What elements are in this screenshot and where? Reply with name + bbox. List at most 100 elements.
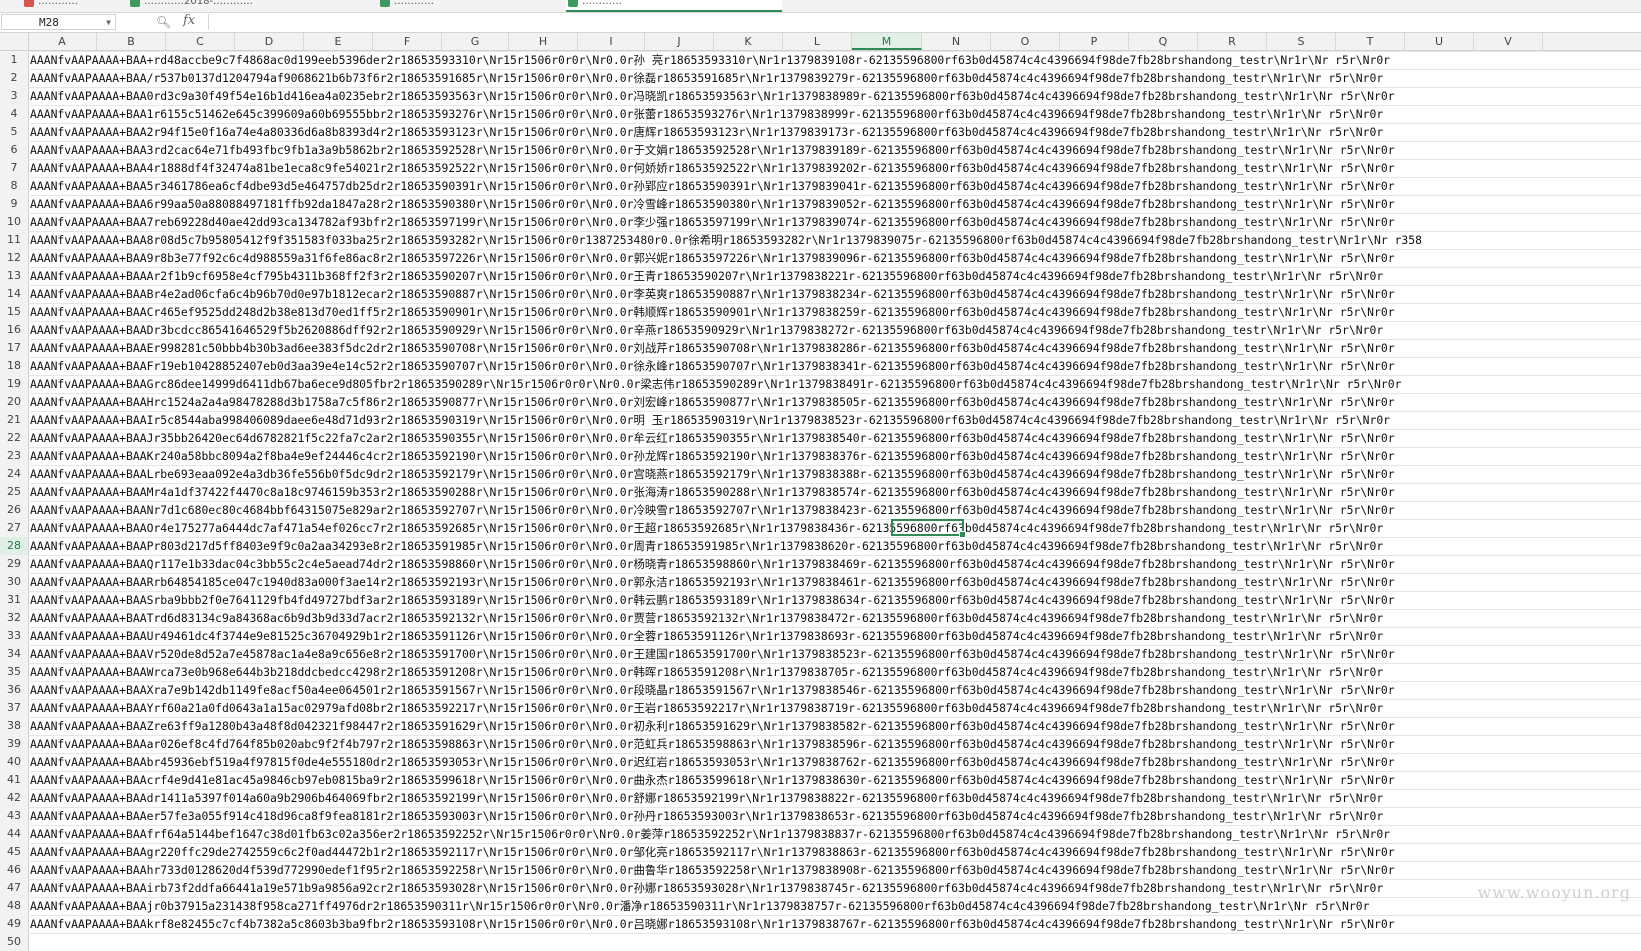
row-header[interactable]: 25 [0,483,28,501]
column-header[interactable]: I [578,33,645,50]
table-row[interactable]: AAANfvAAPAAAA+BAAcrf4e9d41e81ac45a9846cb… [28,771,1641,789]
table-row[interactable]: AAANfvAAPAAAA+BAADr3bcdcc86541646529f5b2… [28,321,1641,339]
table-row[interactable]: AAANfvAAPAAAA+BAA8r08d5c7b95805412f9f351… [28,231,1641,249]
table-row[interactable]: AAANfvAAPAAAA+BAAMr4a1df37422f4470c8a18c… [28,483,1641,501]
row-header[interactable]: 37 [0,699,28,717]
sheet-tab[interactable]: ………… [22,0,128,10]
table-row[interactable]: AAANfvAAPAAAA+BAAEr998281c50bbb4b30b3ad6… [28,339,1641,357]
column-header[interactable]: A [28,33,97,50]
table-row[interactable]: AAANfvAAPAAAA+BAAGrc86dee14999d6411db67b… [28,375,1641,393]
cell-grid[interactable]: AAANfvAAPAAAA+BAA+rd48accbe9c7f4868ac0d1… [28,51,1641,946]
table-row[interactable]: AAANfvAAPAAAA+BAA/r537b0137d1204794af906… [28,69,1641,87]
row-header[interactable]: 46 [0,861,28,879]
column-header[interactable]: H [509,33,578,50]
row-header[interactable]: 38 [0,717,28,735]
table-row[interactable]: AAANfvAAPAAAA+BAAhr733d0128620d4f539d772… [28,861,1641,879]
column-header[interactable]: B [97,33,166,50]
chevron-down-icon[interactable]: ▼ [106,15,111,31]
row-header[interactable]: 33 [0,627,28,645]
table-row[interactable]: AAANfvAAPAAAA+BAAVr520de8d52a7e45878ac1a… [28,645,1641,663]
row-header[interactable]: 3 [0,87,28,105]
row-header[interactable]: 10 [0,213,28,231]
table-row[interactable]: AAANfvAAPAAAA+BAAHrc1524a2a4a98478288d3b… [28,393,1641,411]
table-row[interactable]: AAANfvAAPAAAA+BAAYrf60a21a0fd0643a1a15ac… [28,699,1641,717]
table-row[interactable]: AAANfvAAPAAAA+BAASrba9bbb2f0e7641129fb4f… [28,591,1641,609]
table-row[interactable]: AAANfvAAPAAAA+BAA6r99aa50a88088497181ffb… [28,195,1641,213]
row-header[interactable]: 24 [0,465,28,483]
row-header[interactable]: 36 [0,681,28,699]
table-row[interactable]: AAANfvAAPAAAA+BAAdr1411a5397f014a60a9b29… [28,789,1641,807]
row-header[interactable]: 28 [0,537,28,555]
table-row[interactable]: AAANfvAAPAAAA+BAAbr45936ebf519a4f97815f0… [28,753,1641,771]
table-row[interactable]: AAANfvAAPAAAA+BAAAr2f1b9cf6958e4cf795b43… [28,267,1641,285]
column-header[interactable]: K [714,33,783,50]
table-row[interactable]: AAANfvAAPAAAA+BAACr465ef9525dd248d2b38e8… [28,303,1641,321]
function-icon[interactable]: fx [183,13,195,28]
table-row[interactable]: AAANfvAAPAAAA+BAAFr19eb10428852407eb0d3a… [28,357,1641,375]
table-row[interactable]: AAANfvAAPAAAA+BAAXra7e9b142db1149fe8acf5… [28,681,1641,699]
row-header[interactable]: 13 [0,267,28,285]
table-row[interactable]: AAANfvAAPAAAA+BAA7reb69228d40ae42dd93ca1… [28,213,1641,231]
row-header[interactable]: 43 [0,807,28,825]
formula-input[interactable] [208,14,1641,30]
row-header[interactable]: 40 [0,753,28,771]
table-row[interactable]: AAANfvAAPAAAA+BAANr7d1c680ec80c4684bbf64… [28,501,1641,519]
table-row[interactable]: AAANfvAAPAAAA+BAAjr0b37915a231438f958ca2… [28,897,1641,915]
sheet-tab[interactable]: ………… [566,0,782,12]
row-header[interactable]: 39 [0,735,28,753]
row-header[interactable]: 8 [0,177,28,195]
table-row[interactable]: AAANfvAAPAAAA+BAAJr35bb26420ec64d6782821… [28,429,1641,447]
table-row[interactable]: AAANfvAAPAAAA+BAA0rd3c9a30f49f54e16b1d41… [28,87,1641,105]
row-header[interactable]: 15 [0,303,28,321]
column-header[interactable]: N [922,33,991,50]
table-row[interactable]: AAANfvAAPAAAA+BAA5r3461786ea6cf4dbe93d5e… [28,177,1641,195]
row-header[interactable]: 34 [0,645,28,663]
column-header[interactable]: M [852,33,922,50]
row-header[interactable]: 41 [0,771,28,789]
row-header[interactable]: 14 [0,285,28,303]
table-row[interactable]: AAANfvAAPAAAA+BAAgr220ffc29de2742559c6c2… [28,843,1641,861]
zoom-search-icon[interactable]: 🔍︎ [156,15,171,29]
row-header[interactable]: 30 [0,573,28,591]
column-header[interactable]: C [166,33,235,50]
table-row[interactable]: AAANfvAAPAAAA+BAAIr5c8544aba998406089dae… [28,411,1641,429]
row-header[interactable]: 4 [0,105,28,123]
select-all-corner[interactable] [0,33,29,50]
row-header[interactable]: 35 [0,663,28,681]
row-header[interactable]: 12 [0,249,28,267]
table-row[interactable]: AAANfvAAPAAAA+BAAirb73f2ddfa66441a19e571… [28,879,1641,897]
table-row[interactable]: AAANfvAAPAAAA+BAA9r8b3e77f92c6c4d988559a… [28,249,1641,267]
row-header[interactable]: 45 [0,843,28,861]
row-header[interactable]: 29 [0,555,28,573]
table-row[interactable]: AAANfvAAPAAAA+BAA+rd48accbe9c7f4868ac0d1… [28,51,1641,69]
table-row[interactable]: AAANfvAAPAAAA+BAA3rd2cac64e71fb493fbc9fb… [28,141,1641,159]
row-header[interactable]: 18 [0,357,28,375]
row-header[interactable]: 20 [0,393,28,411]
row-header[interactable]: 22 [0,429,28,447]
row-header[interactable]: 19 [0,375,28,393]
column-header[interactable]: R [1198,33,1267,50]
table-row[interactable]: AAANfvAAPAAAA+BAAWrca73e0b968e644b3b218d… [28,663,1641,681]
column-header[interactable]: S [1267,33,1336,50]
row-header[interactable]: 6 [0,141,28,159]
table-row[interactable]: AAANfvAAPAAAA+BAALrbe693eaa092e4a3db36fe… [28,465,1641,483]
column-header[interactable]: L [783,33,852,50]
table-row[interactable]: AAANfvAAPAAAA+BAA2r94f15e0f16a74e4a80336… [28,123,1641,141]
column-header[interactable]: T [1336,33,1405,50]
table-row[interactable]: AAANfvAAPAAAA+BAATrd6d83134c9a84368ac6b9… [28,609,1641,627]
row-header[interactable]: 48 [0,897,28,915]
column-header[interactable]: P [1060,33,1129,50]
row-header[interactable]: 44 [0,825,28,843]
table-row[interactable]: AAANfvAAPAAAA+BAA4r1888df4f32474a81be1ec… [28,159,1641,177]
row-header[interactable]: 16 [0,321,28,339]
row-header[interactable]: 32 [0,609,28,627]
sheet-tab[interactable]: ………… [378,0,564,10]
row-header[interactable]: 11 [0,231,28,249]
row-header[interactable]: 49 [0,915,28,933]
column-header[interactable]: V [1474,33,1543,50]
row-header[interactable]: 1 [0,51,28,69]
row-header[interactable]: 47 [0,879,28,897]
table-row[interactable]: AAANfvAAPAAAA+BAAUr49461dc4f3744e9e81525… [28,627,1641,645]
table-row[interactable]: AAANfvAAPAAAA+BAAZre63ff9a1280b43a48f8d0… [28,717,1641,735]
column-header[interactable]: D [235,33,304,50]
